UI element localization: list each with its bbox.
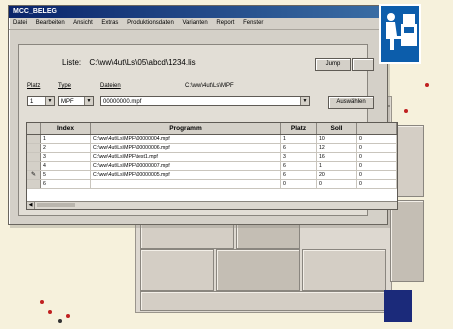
- cell-index[interactable]: 5: [41, 171, 91, 179]
- type-select[interactable]: MPF ▼: [58, 96, 94, 106]
- menu-item-extras[interactable]: Extras: [101, 20, 118, 26]
- type-value: MPF: [61, 99, 74, 105]
- chevron-down-icon: ▼: [300, 97, 309, 105]
- table-row[interactable]: 4 C:\ww\4ut\Ls\MPF\00000007.mpf 6 1 0: [27, 162, 397, 171]
- menu-item-ansicht[interactable]: Ansicht: [73, 20, 93, 26]
- cell-extra[interactable]: 0: [357, 144, 397, 152]
- scroll-left-icon[interactable]: ◀: [27, 202, 35, 209]
- liste-row: Liste: C:\ww\4ut\Ls\05\abcd\1234.lis: [62, 58, 196, 67]
- edit-pencil-icon[interactable]: ✎: [27, 171, 41, 179]
- row-marker[interactable]: [27, 162, 41, 170]
- dateien-path: C:\ww\4ut\Ls\MPF: [185, 83, 234, 89]
- table-row[interactable]: ✎ 5 C:\ww\4ut\Ls\MPF\00000005.mpf 6 20 0: [27, 171, 397, 180]
- cell-index[interactable]: 2: [41, 144, 91, 152]
- cell-extra[interactable]: 0: [357, 162, 397, 170]
- platz-value: 1: [30, 99, 34, 105]
- column-header-soll[interactable]: Soll: [317, 123, 357, 134]
- cell-platz[interactable]: 1: [281, 135, 317, 143]
- dateien-select[interactable]: 00000000.mpf ▼: [100, 96, 310, 106]
- liste-path: C:\ww\4ut\Ls\05\abcd\1234.lis: [89, 58, 196, 67]
- cell-programm[interactable]: C:\ww\4ut\Ls\MPF\00000005.mpf: [91, 171, 281, 179]
- cell-index[interactable]: 3: [41, 153, 91, 161]
- cell-soll[interactable]: 12: [317, 144, 357, 152]
- jump-button[interactable]: Jump: [315, 58, 351, 71]
- cell-soll[interactable]: 20: [317, 171, 357, 179]
- chevron-down-icon: ▼: [84, 97, 93, 105]
- cell-index[interactable]: 4: [41, 162, 91, 170]
- row-marker[interactable]: [27, 144, 41, 152]
- row-marker[interactable]: [27, 153, 41, 161]
- menu-bar: Datei Bearbeiten Ansicht Extras Produkti…: [9, 18, 387, 30]
- operator-terminal-icon: [379, 4, 421, 64]
- cell-soll[interactable]: 16: [317, 153, 357, 161]
- column-header-index[interactable]: Index: [41, 123, 91, 134]
- cell-index[interactable]: 1: [41, 135, 91, 143]
- cell-extra[interactable]: 0: [357, 180, 397, 188]
- cell-programm[interactable]: C:\ww\4ut\Ls\MPF\00000004.mpf: [91, 135, 281, 143]
- liste-label: Liste:: [62, 58, 82, 67]
- cell-programm[interactable]: C:\ww\4ut\Ls\MPF\00000007.mpf: [91, 162, 281, 170]
- dateien-value: 00000000.mpf: [103, 99, 142, 105]
- cell-soll[interactable]: 1: [317, 162, 357, 170]
- menu-item-produktionsdaten[interactable]: Produktionsdaten: [127, 20, 174, 26]
- cell-platz[interactable]: 6: [281, 144, 317, 152]
- cell-programm[interactable]: C:\ww\4ut\Ls\MPF\test1.mpf: [91, 153, 281, 161]
- cell-programm[interactable]: [91, 180, 281, 188]
- cell-platz[interactable]: 3: [281, 153, 317, 161]
- column-header-extra[interactable]: [357, 123, 397, 134]
- cell-extra[interactable]: 0: [357, 153, 397, 161]
- platz-label: Platz: [27, 83, 41, 89]
- row-marker[interactable]: [27, 180, 41, 188]
- column-header-programm[interactable]: Programm: [91, 123, 281, 134]
- table-row[interactable]: 6 0 0 0: [27, 180, 397, 189]
- table-header: Index Programm Platz Soll: [27, 123, 397, 135]
- platz-select[interactable]: 1 ▼: [27, 96, 55, 106]
- table-row[interactable]: 1 C:\ww\4ut\Ls\MPF\00000004.mpf 1 10 0: [27, 135, 397, 144]
- menu-item-fenster[interactable]: Fenster: [243, 20, 263, 26]
- program-table: Index Programm Platz Soll 1 C:\ww\4ut\Ls…: [26, 122, 398, 210]
- row-marker[interactable]: [27, 135, 41, 143]
- secondary-button[interactable]: [352, 58, 374, 71]
- window-title: MCC_BELEG: [9, 6, 387, 18]
- cell-platz[interactable]: 6: [281, 171, 317, 179]
- menu-item-varianten[interactable]: Varianten: [182, 20, 207, 26]
- cell-platz[interactable]: 6: [281, 162, 317, 170]
- cell-soll[interactable]: 0: [317, 180, 357, 188]
- cell-platz[interactable]: 0: [281, 180, 317, 188]
- dateien-label: Dateien: [100, 83, 121, 89]
- menu-item-report[interactable]: Report: [216, 20, 234, 26]
- cell-extra[interactable]: 0: [357, 135, 397, 143]
- auswahlen-button[interactable]: Auswählen: [328, 96, 374, 109]
- menu-item-bearbeiten[interactable]: Bearbeiten: [36, 20, 65, 26]
- cell-index[interactable]: 6: [41, 180, 91, 188]
- column-header-platz[interactable]: Platz: [281, 123, 317, 134]
- type-label: Type: [58, 83, 72, 89]
- cell-extra[interactable]: 0: [357, 171, 397, 179]
- horizontal-scrollbar[interactable]: ◀: [27, 201, 397, 209]
- scroll-thumb[interactable]: [37, 203, 75, 207]
- column-header-marker[interactable]: [27, 123, 41, 134]
- table-row[interactable]: 2 C:\ww\4ut\Ls\MPF\00000006.mpf 6 12 0: [27, 144, 397, 153]
- cell-soll[interactable]: 10: [317, 135, 357, 143]
- cell-programm[interactable]: C:\ww\4ut\Ls\MPF\00000006.mpf: [91, 144, 281, 152]
- background-tile: [390, 200, 424, 282]
- menu-item-datei[interactable]: Datei: [13, 20, 27, 26]
- corner-logo-block: [384, 290, 412, 322]
- table-row[interactable]: 3 C:\ww\4ut\Ls\MPF\test1.mpf 3 16 0: [27, 153, 397, 162]
- chevron-down-icon: ▼: [45, 97, 54, 105]
